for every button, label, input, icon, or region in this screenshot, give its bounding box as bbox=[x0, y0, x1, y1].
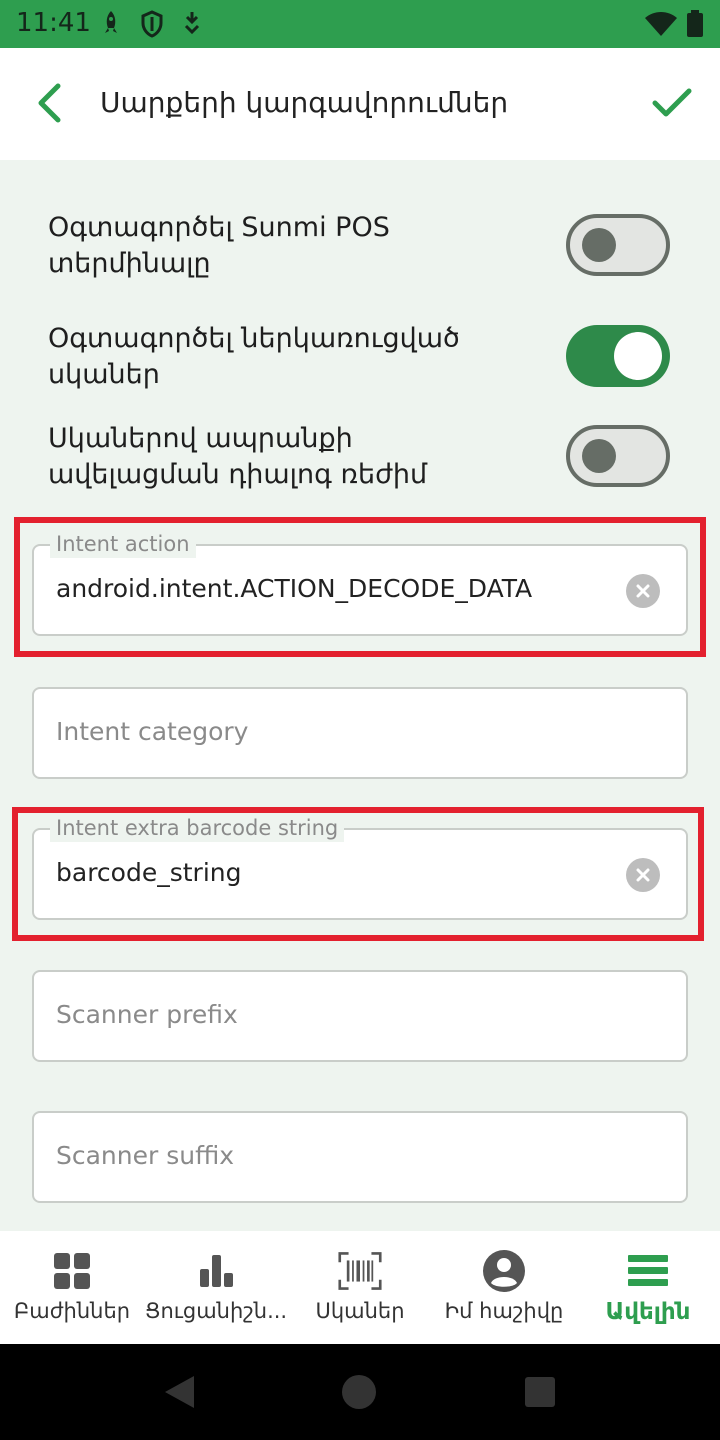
scanner-suffix-field[interactable]: Scanner suffix bbox=[32, 1111, 688, 1203]
square-recents-icon bbox=[525, 1377, 555, 1407]
nav-label: Իմ հաշիվը bbox=[444, 1299, 564, 1323]
shield-icon bbox=[141, 10, 163, 38]
barcode-scan-icon bbox=[338, 1249, 382, 1293]
bar-chart-icon bbox=[194, 1249, 238, 1293]
dialog-mode-switch[interactable] bbox=[566, 425, 670, 487]
status-bar: 11:41 bbox=[0, 0, 720, 48]
home-circle-icon bbox=[342, 1375, 376, 1409]
page-title: Սարքերի կարգավորումներ bbox=[100, 86, 509, 119]
nav-item-account[interactable]: Իմ հաշիվը bbox=[432, 1231, 576, 1344]
settings-content: Օգտագործել Sunmi POS տերմինալը Օգտագործե… bbox=[0, 160, 720, 1231]
builtin-scanner-switch[interactable] bbox=[566, 325, 670, 387]
toggle-row-sunmi: Օգտագործել Sunmi POS տերմինալը bbox=[48, 210, 688, 282]
status-time: 11:41 bbox=[16, 8, 91, 38]
nav-item-sections[interactable]: Բաժիններ bbox=[0, 1231, 144, 1344]
toggle-label-sunmi: Օգտագործել Sunmi POS տերմինալը bbox=[48, 212, 390, 279]
toggle-label-dialog-mode: Սկաներով ապրանքի ավելացման դիալոգ ռեժիմ bbox=[48, 423, 428, 490]
bottom-nav: Բաժիններ Ցուցանիշն... Սկաներ Իմ հաշիվը Ա… bbox=[0, 1231, 720, 1344]
intent-extra-field[interactable]: Intent extra barcode string barcode_stri… bbox=[32, 814, 688, 920]
toggle-label-builtin-scanner: Օգտագործել ներկառուցված սկաներ bbox=[48, 323, 460, 390]
nav-item-reports[interactable]: Ցուցանիշն... bbox=[144, 1231, 288, 1344]
scanner-prefix-field[interactable]: Scanner prefix bbox=[32, 970, 688, 1062]
confirm-button[interactable] bbox=[644, 78, 700, 128]
close-icon bbox=[636, 584, 650, 598]
system-recents-button[interactable] bbox=[524, 1376, 556, 1412]
toggle-row-builtin-scanner: Օգտագործել ներկառուցված սկաներ bbox=[48, 321, 688, 393]
nav-item-scanner[interactable]: Սկաներ bbox=[288, 1231, 432, 1344]
toggle-row-dialog-mode: Սկաներով ապրանքի ավելացման դիալոգ ռեժիմ bbox=[48, 421, 688, 493]
scanner-prefix-placeholder: Scanner prefix bbox=[56, 1000, 238, 1029]
battery-icon bbox=[687, 10, 703, 37]
intent-action-field[interactable]: Intent action android.intent.ACTION_DECO… bbox=[32, 530, 688, 636]
intent-category-placeholder: Intent category bbox=[56, 717, 249, 746]
nav-item-more[interactable]: Ավելին bbox=[576, 1231, 720, 1344]
account-icon bbox=[482, 1249, 526, 1293]
intent-action-value: android.intent.ACTION_DECODE_DATA bbox=[56, 574, 533, 603]
nav-label: Ցուցանիշն... bbox=[144, 1299, 288, 1323]
back-button[interactable] bbox=[24, 78, 74, 128]
chevron-left-icon bbox=[38, 83, 61, 123]
menu-icon bbox=[626, 1249, 670, 1293]
status-right-icons bbox=[644, 10, 704, 38]
intent-action-label: Intent action bbox=[50, 530, 196, 558]
nav-label: Բաժիններ bbox=[13, 1299, 131, 1323]
nav-label: Ավելին bbox=[605, 1299, 691, 1325]
wifi-icon bbox=[645, 12, 677, 36]
nav-label: Սկաներ bbox=[315, 1299, 405, 1323]
system-back-button[interactable] bbox=[162, 1374, 196, 1414]
sunmi-pos-switch[interactable] bbox=[566, 214, 670, 276]
system-nav-bar bbox=[0, 1344, 720, 1440]
grid-icon bbox=[50, 1249, 94, 1293]
clear-intent-action-button[interactable] bbox=[626, 574, 660, 608]
switch-knob bbox=[582, 228, 616, 262]
clear-intent-extra-button[interactable] bbox=[626, 858, 660, 892]
intent-category-field[interactable]: Intent category bbox=[32, 687, 688, 779]
close-icon bbox=[636, 868, 650, 882]
intent-extra-label: Intent extra barcode string bbox=[50, 814, 345, 842]
status-left-icons bbox=[100, 10, 202, 38]
scanner-suffix-placeholder: Scanner suffix bbox=[56, 1141, 235, 1170]
checkmark-icon bbox=[652, 88, 692, 117]
switch-knob bbox=[614, 332, 662, 380]
app-bar: Սարքերի կարգավորումներ bbox=[0, 48, 720, 160]
triangle-back-icon bbox=[165, 1376, 194, 1408]
rocket-icon bbox=[105, 11, 117, 33]
system-home-button[interactable] bbox=[341, 1374, 377, 1414]
switch-knob bbox=[582, 439, 616, 473]
intent-extra-value: barcode_string bbox=[56, 858, 242, 887]
download-icon bbox=[184, 12, 200, 35]
